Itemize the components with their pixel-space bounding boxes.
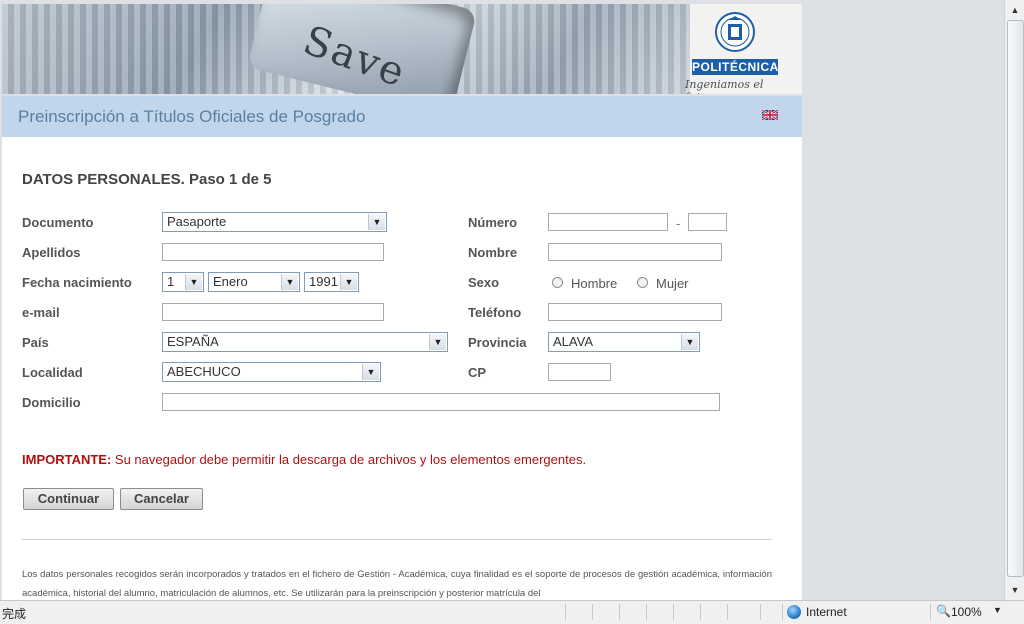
numero-letter-input[interactable]	[688, 213, 727, 231]
important-text: Su navegador debe permitir la descarga d…	[111, 452, 587, 467]
status-bar: 完成 Internet 🔍 100% ▼	[0, 600, 1024, 624]
university-crest-icon	[715, 12, 755, 52]
chevron-down-icon: ▼	[340, 274, 357, 290]
day-value: 1	[167, 274, 175, 289]
localidad-value: ABECHUCO	[167, 364, 241, 379]
browser-viewport: Save POLITÉCNICA Ingeniamos el futuro Pr…	[0, 0, 1004, 600]
status-divider	[673, 604, 674, 620]
cp-input[interactable]	[548, 363, 611, 381]
mujer-radio[interactable]	[637, 277, 648, 288]
localidad-select[interactable]: ABECHUCO ▼	[162, 362, 381, 382]
important-prefix: IMPORTANTE:	[22, 452, 112, 467]
nombre-input[interactable]	[548, 243, 722, 261]
apellidos-label: Apellidos	[22, 245, 81, 260]
hombre-radio[interactable]	[552, 277, 563, 288]
scrollbar-thumb[interactable]	[1007, 20, 1024, 577]
status-divider	[782, 604, 783, 620]
domicilio-input[interactable]	[162, 393, 720, 411]
email-label: e-mail	[22, 305, 60, 320]
status-divider	[760, 604, 761, 620]
continuar-button[interactable]: Continuar	[23, 488, 114, 510]
status-divider	[930, 604, 931, 620]
provincia-label: Provincia	[468, 335, 527, 350]
documento-select[interactable]: Pasaporte ▼	[162, 212, 387, 232]
apellidos-input[interactable]	[162, 243, 384, 261]
status-divider	[619, 604, 620, 620]
chevron-down-icon: ▼	[281, 274, 298, 290]
status-text: 完成	[2, 607, 27, 621]
zoom-level[interactable]: 100%	[951, 605, 982, 619]
year-value: 1991	[309, 274, 338, 289]
hombre-label: Hombre	[571, 276, 618, 291]
chevron-down-icon: ▼	[185, 274, 202, 290]
fecha-label: Fecha nacimiento	[22, 275, 132, 290]
numero-input[interactable]	[548, 213, 668, 231]
chevron-down-icon: ▼	[368, 214, 385, 230]
status-divider	[565, 604, 566, 620]
legal-text: Los datos personales recogidos serán inc…	[22, 569, 772, 599]
telefono-label: Teléfono	[468, 305, 522, 320]
provincia-select[interactable]: ALAVA ▼	[548, 332, 700, 352]
provincia-value: ALAVA	[553, 334, 593, 349]
numero-separator: -	[676, 216, 681, 231]
month-select[interactable]: Enero ▼	[208, 272, 300, 292]
email-field[interactable]	[162, 303, 384, 321]
pais-value: ESPAÑA	[167, 334, 219, 349]
page-title: Preinscripción a Títulos Oficiales de Po…	[18, 107, 366, 126]
page-title-bar: Preinscripción a Títulos Oficiales de Po…	[2, 96, 802, 137]
chevron-down-icon: ▼	[362, 364, 379, 380]
uk-flag-icon[interactable]	[762, 110, 778, 120]
numero-label: Número	[468, 215, 518, 230]
sexo-label: Sexo	[468, 275, 500, 290]
documento-value: Pasaporte	[167, 214, 227, 229]
day-select[interactable]: 1 ▼	[162, 272, 204, 292]
status-divider	[700, 604, 701, 620]
telefono-input[interactable]	[548, 303, 722, 321]
chevron-down-icon[interactable]: ▼	[993, 605, 1002, 615]
globe-icon	[787, 605, 801, 619]
chevron-down-icon: ▼	[429, 334, 446, 350]
domicilio-label: Domicilio	[22, 395, 81, 410]
scroll-up-icon[interactable]: ▲	[1007, 2, 1023, 18]
zoom-icon[interactable]: 🔍	[936, 604, 951, 618]
scroll-down-icon[interactable]: ▼	[1007, 582, 1023, 598]
cancelar-button[interactable]: Cancelar	[120, 488, 203, 510]
header-banner: Save POLITÉCNICA Ingeniamos el futuro	[2, 4, 802, 94]
mujer-label: Mujer	[656, 276, 689, 291]
status-divider	[646, 604, 647, 620]
localidad-label: Localidad	[22, 365, 83, 380]
step-title: DATOS PERSONALES. Paso 1 de 5	[22, 171, 272, 188]
year-select[interactable]: 1991 ▼	[304, 272, 359, 292]
brand-name: POLITÉCNICA	[692, 59, 779, 75]
important-notice: IMPORTANTE: Su navegador debe permitir l…	[22, 452, 586, 467]
divider	[22, 539, 772, 540]
vertical-scrollbar[interactable]: ▲ ▼	[1004, 0, 1024, 600]
security-zone: Internet	[806, 605, 847, 619]
pais-label: País	[22, 335, 49, 350]
cp-label: CP	[468, 365, 487, 380]
form-card: DATOS PERSONALES. Paso 1 de 5 Documento …	[2, 137, 802, 600]
status-divider	[727, 604, 728, 620]
status-divider	[592, 604, 593, 620]
documento-label: Documento	[22, 215, 94, 230]
nombre-label: Nombre	[468, 245, 518, 260]
pais-select[interactable]: ESPAÑA ▼	[162, 332, 448, 352]
month-value: Enero	[213, 274, 248, 289]
brand-slogan: Ingeniamos el futuro	[685, 78, 764, 94]
chevron-down-icon: ▼	[681, 334, 698, 350]
